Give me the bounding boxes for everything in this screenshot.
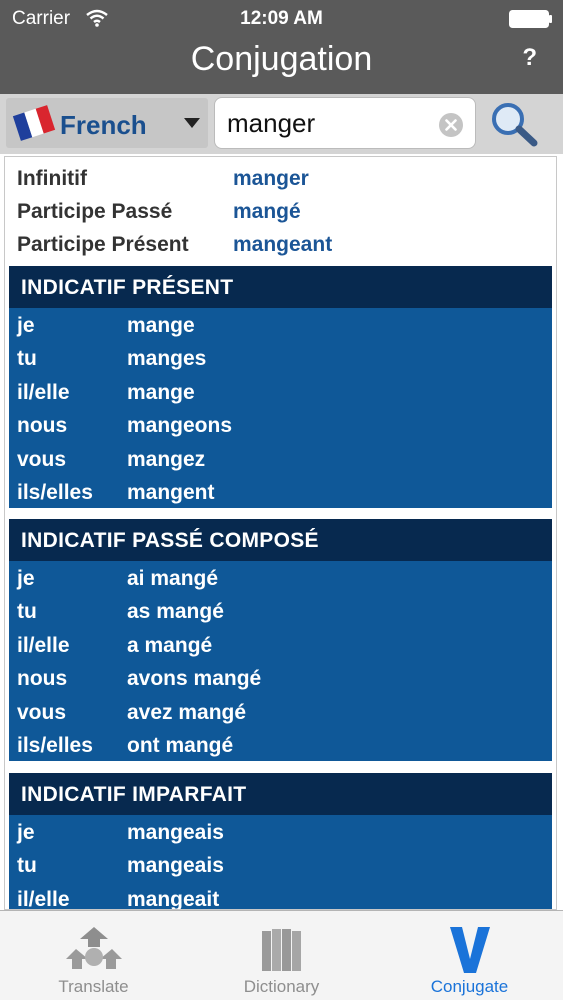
tab-conjugate[interactable]: Conjugate xyxy=(376,911,563,1000)
info-row-past-participle: Participe Passé mangé xyxy=(5,196,556,229)
pronoun: je xyxy=(17,567,35,590)
dictionary-icon xyxy=(262,929,301,971)
battery-icon xyxy=(509,10,552,28)
conjugation-row: il/elle mange xyxy=(9,375,552,408)
tab-label: Translate xyxy=(58,977,129,996)
verb-form: mangeons xyxy=(127,414,233,438)
tense-section-imparfait: INDICATIF IMPARFAIT je mangeais tu mangeai… xyxy=(9,773,552,910)
verb-form: mange xyxy=(127,314,195,337)
french-flag-icon xyxy=(12,105,56,141)
status-time: 12:09 AM xyxy=(240,8,323,29)
pronoun: je xyxy=(17,314,35,337)
search-bar: French xyxy=(0,94,563,154)
info-label: Participe Passé xyxy=(17,200,173,223)
verb-form: mangeait xyxy=(127,887,220,910)
pronoun: ils/elles xyxy=(17,733,93,757)
info-label: Participe Présent xyxy=(17,233,189,256)
status-bar: Carrier 12:09 AM xyxy=(0,0,563,38)
search-icon[interactable] xyxy=(488,100,540,148)
verb-form: avons mangé xyxy=(127,667,262,691)
conjugation-row: tu manges xyxy=(9,341,552,374)
tense-header: INDICATIF PASSÉ COMPOSÉ xyxy=(9,519,552,561)
conjugation-row: ils/elles ont mangé xyxy=(9,728,552,761)
tense-header: INDICATIF IMPARFAIT xyxy=(9,773,552,815)
tense-header: INDICATIF PRÉSENT xyxy=(9,266,552,308)
verb-form: mangez xyxy=(127,447,206,471)
translate-icon xyxy=(66,927,122,969)
conjugation-row: nous mangeons xyxy=(9,408,552,441)
pronoun: ils/elles xyxy=(17,480,93,504)
conjugation-row: vous mangez xyxy=(9,442,552,475)
pronoun: vous xyxy=(17,447,67,471)
tab-translate[interactable]: Translate xyxy=(0,911,187,1000)
verb-form: as mangé xyxy=(127,600,224,624)
pronoun: tu xyxy=(17,600,37,624)
info-row-infinitive: Infinitif manger xyxy=(5,163,556,196)
conjugation-row: je ai mangé xyxy=(9,561,552,594)
verb-form: ont mangé xyxy=(127,733,234,757)
language-selector[interactable]: French xyxy=(6,98,208,148)
conjugation-row: je mange xyxy=(9,308,552,341)
pronoun: je xyxy=(17,821,35,844)
info-value: mangé xyxy=(233,200,301,223)
tab-label: Dictionary xyxy=(243,977,320,996)
verb-form: avez mangé xyxy=(127,700,247,724)
verb-form: a mangé xyxy=(127,633,213,657)
info-label: Infinitif xyxy=(17,167,87,190)
pronoun: il/elle xyxy=(17,887,70,910)
tab-bar: Translate Dictionary Conjugate xyxy=(0,910,563,1000)
info-value: mangeant xyxy=(233,233,333,256)
conjugation-row: tu mangeais xyxy=(9,848,552,881)
tense-section-passe-compose: INDICATIF PASSÉ COMPOSÉ je ai mangé tu as … xyxy=(9,519,552,762)
chevron-down-icon xyxy=(184,118,200,128)
conjugation-list[interactable]: Infinitif manger Participe Passé mangé P… xyxy=(4,156,557,910)
pronoun: nous xyxy=(17,414,68,438)
top-bar: Carrier 12:09 AM Conjugation ? xyxy=(0,0,563,94)
verb-info: Infinitif manger Participe Passé mangé P… xyxy=(5,157,556,262)
conjugate-icon xyxy=(450,927,490,973)
verb-search-input[interactable] xyxy=(214,97,476,149)
conjugation-row: ils/elles mangent xyxy=(9,475,552,508)
conjugation-row: il/elle mangeait xyxy=(9,882,552,910)
verb-form: mange xyxy=(127,380,195,404)
verb-form: manges xyxy=(127,347,207,371)
pronoun: nous xyxy=(17,667,68,691)
tense-section-present: INDICATIF PRÉSENT je mange tu manges il/el… xyxy=(9,266,552,509)
pronoun: tu xyxy=(17,347,37,371)
conjugation-row: il/elle a mangé xyxy=(9,628,552,661)
verb-form: mangeais xyxy=(127,821,224,844)
verb-form: mangeais xyxy=(127,854,224,878)
pronoun: il/elle xyxy=(17,380,70,404)
page-title: Conjugation xyxy=(190,40,373,78)
pronoun: tu xyxy=(17,854,37,878)
conjugation-row: vous avez mangé xyxy=(9,695,552,728)
verb-form: ai mangé xyxy=(127,567,219,590)
tab-dictionary[interactable]: Dictionary xyxy=(188,911,375,1000)
clear-icon[interactable] xyxy=(438,112,464,138)
verb-form: mangent xyxy=(127,480,215,504)
language-label: French xyxy=(60,110,147,140)
info-value: manger xyxy=(233,167,309,190)
info-row-present-participle: Participe Présent mangeant xyxy=(5,229,556,262)
pronoun: il/elle xyxy=(17,633,70,657)
tab-label: Conjugate xyxy=(430,977,509,996)
conjugation-row: je mangeais xyxy=(9,815,552,848)
pronoun: vous xyxy=(17,700,67,724)
conjugation-row: nous avons mangé xyxy=(9,661,552,694)
conjugation-row: tu as mangé xyxy=(9,594,552,627)
help-button[interactable]: ? xyxy=(522,44,537,72)
